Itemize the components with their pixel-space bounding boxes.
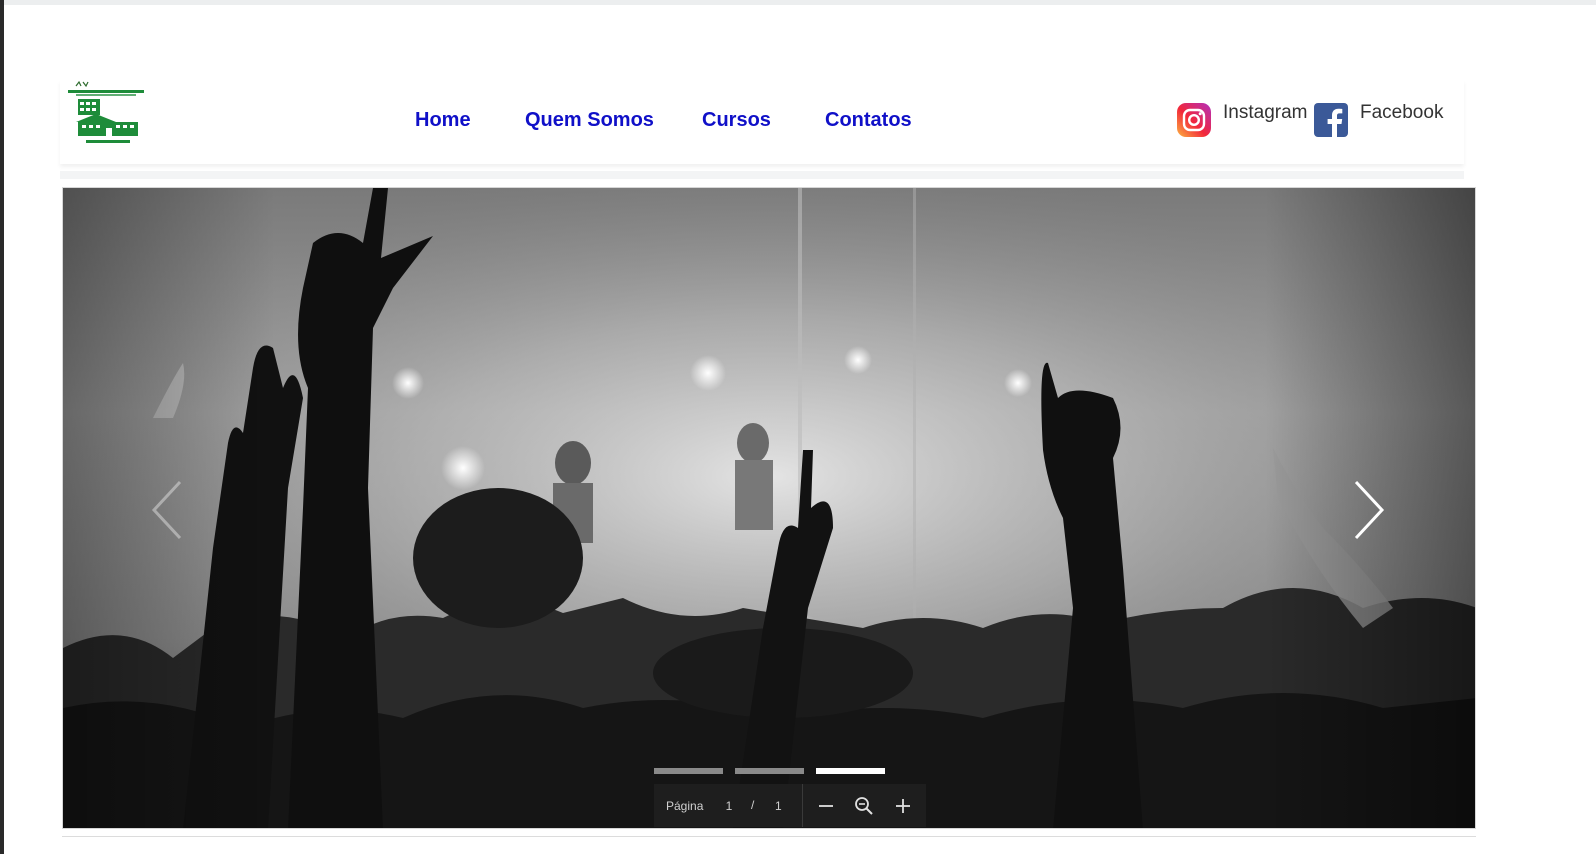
header-shadow-strip: [60, 171, 1464, 179]
facebook-label: Facebook: [1360, 102, 1444, 123]
facebook-link[interactable]: Facebook: [1313, 102, 1443, 138]
total-pages: 1: [775, 799, 782, 813]
zoom-icon[interactable]: [852, 794, 876, 818]
slide-indicator-1[interactable]: [654, 768, 723, 774]
plus-icon[interactable]: [891, 794, 915, 818]
slider-indicators: [654, 768, 897, 774]
minus-icon[interactable]: [814, 794, 838, 818]
concert-crowd-image: [63, 188, 1475, 828]
current-page-input[interactable]: 1: [724, 799, 734, 813]
page-separator: /: [751, 798, 755, 812]
top-divider: [4, 0, 1596, 5]
instagram-icon: [1177, 103, 1211, 137]
site-header: Home Quem Somos Cursos Contatos Instagra…: [60, 80, 1464, 164]
school-logo[interactable]: [66, 80, 146, 150]
chevron-right-icon[interactable]: [1348, 478, 1388, 542]
nav-quem-somos[interactable]: Quem Somos: [525, 109, 654, 132]
instagram-label: Instagram: [1223, 102, 1308, 123]
bottom-divider: [62, 836, 1476, 837]
slide-indicator-3[interactable]: [816, 768, 885, 774]
window-edge: [0, 0, 4, 854]
slide-indicator-2[interactable]: [735, 768, 804, 774]
nav-contatos[interactable]: Contatos: [825, 109, 912, 132]
nav-cursos[interactable]: Cursos: [702, 109, 771, 132]
page-label: Página: [666, 799, 704, 813]
toolbar-divider: [802, 784, 803, 827]
hero-slider[interactable]: [62, 187, 1476, 829]
chevron-left-icon[interactable]: [148, 478, 188, 542]
instagram-link[interactable]: Instagram: [1176, 102, 1307, 138]
facebook-icon: [1314, 103, 1348, 138]
nav-home[interactable]: Home: [415, 109, 471, 132]
pdf-viewer-toolbar: Página 1 / 1: [654, 784, 926, 827]
